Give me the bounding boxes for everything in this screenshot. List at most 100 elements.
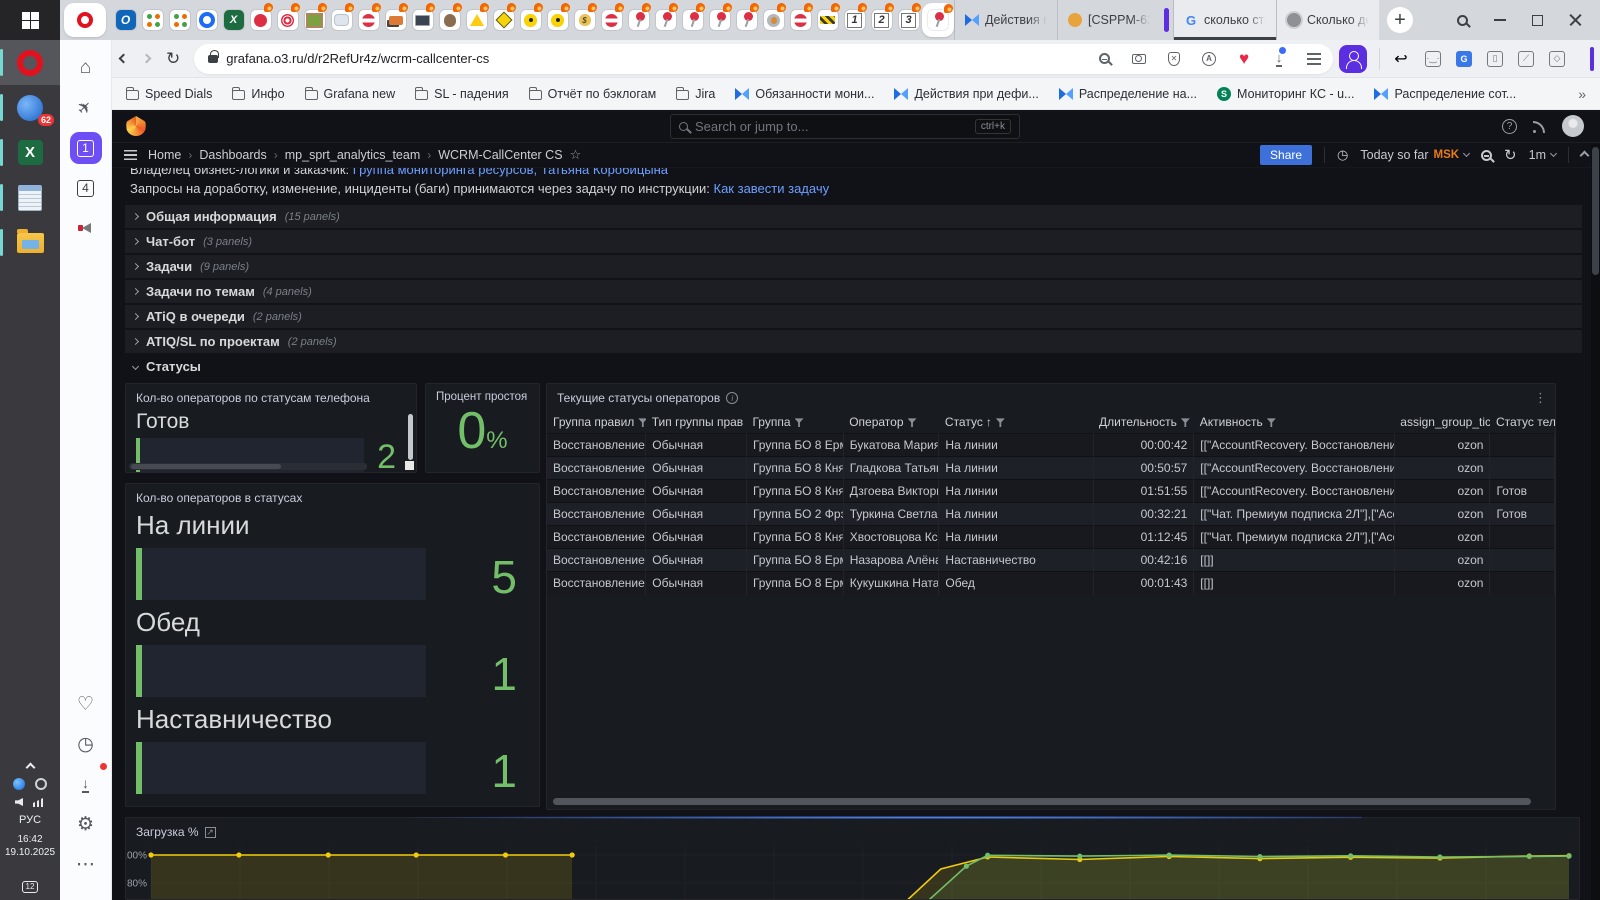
pinned-tab-otter[interactable] <box>436 2 463 38</box>
extension-undo-icon[interactable]: ↩ <box>1392 50 1410 68</box>
bookmark-speed-dials[interactable]: Speed Dials <box>126 86 212 101</box>
column-header--[interactable]: Статус ↑ <box>939 411 1093 434</box>
filter-icon[interactable] <box>995 418 1005 428</box>
table-row[interactable]: Восстановление досОбычнаяГруппа БО 8 Кня… <box>547 456 1555 480</box>
column-header--[interactable]: Группа <box>746 411 843 434</box>
taskbar-app-explorer[interactable] <box>0 220 60 265</box>
pinned-tab-num[interactable]: 1 <box>841 2 868 38</box>
grafana-logo-icon[interactable] <box>126 116 146 136</box>
row--[interactable]: Задачи по темам (4 panels) <box>125 280 1582 303</box>
extension-trash-icon[interactable]: ▯ <box>1487 50 1503 67</box>
pinned-tab-money-bag[interactable] <box>571 2 598 38</box>
back-button[interactable] <box>118 53 129 64</box>
panel-hscrollbar[interactable] <box>129 463 367 470</box>
bookmark--[interactable]: Обязанности мони... <box>735 87 874 101</box>
keyboard-language[interactable]: РУС <box>19 814 41 826</box>
easy-setup-icon[interactable] <box>1305 50 1323 68</box>
taskbar-app-opera[interactable] <box>0 40 60 85</box>
address-bar[interactable]: grafana.o3.ru/d/r2RefUr4z/wcrm-callcente… <box>194 43 1333 74</box>
pinned-tab-crossing[interactable] <box>490 2 517 38</box>
bookmark--[interactable]: Распределение на... <box>1058 87 1197 101</box>
adblock-icon[interactable]: ✕ <box>1165 50 1183 68</box>
breadcrumb-item[interactable]: Dashboards <box>199 148 266 162</box>
pinned-tab-pin[interactable] <box>679 2 706 38</box>
row-atiq-[interactable]: ATiQ в очереди (2 panels) <box>125 305 1582 328</box>
pinned-tab-picture[interactable] <box>301 2 328 38</box>
lock-icon[interactable] <box>208 49 219 63</box>
new-tab-button[interactable]: + <box>1387 7 1413 33</box>
tray-app2-icon[interactable] <box>35 778 47 790</box>
rocket-icon[interactable]: ✈ <box>68 90 104 126</box>
panel-vscrollbar[interactable] <box>408 414 413 460</box>
pinned-tab-num[interactable]: 2 <box>868 2 895 38</box>
pinned-tab-excel[interactable] <box>220 2 247 38</box>
pinned-tab-pin[interactable] <box>922 3 954 37</box>
filter-icon[interactable] <box>907 418 917 428</box>
pinned-tab-laptop[interactable] <box>409 2 436 38</box>
row--[interactable]: Чат-бот (3 panels) <box>125 230 1582 253</box>
notifications-icon[interactable]: 12 <box>22 881 38 893</box>
page-url[interactable]: grafana.o3.ru/d/r2RefUr4z/wcrm-callcente… <box>226 51 489 66</box>
pinned-tab-truck[interactable] <box>382 2 409 38</box>
translate-icon[interactable]: A <box>1200 50 1218 68</box>
taskbar-app-browser[interactable]: 62 <box>0 85 60 130</box>
table-row[interactable]: Восстановление досОбычнаяГруппа БО 8 Ерм… <box>547 548 1555 572</box>
taskbar-app-notepad[interactable] <box>0 175 60 220</box>
column-header--[interactable]: Группа правил <box>547 411 646 434</box>
workspace-1-button[interactable]: 1 <box>68 130 104 166</box>
filter-icon[interactable] <box>1266 418 1276 428</box>
minimize-button[interactable] <box>1494 19 1506 21</box>
tab--[interactable]: Сколько до <box>1276 0 1379 40</box>
tab--[interactable]: Действия по <box>954 0 1057 40</box>
pinned-tab-radioactive[interactable] <box>544 2 571 38</box>
downloads-sidebar-icon[interactable]: ↓ <box>68 763 107 802</box>
bookmark-jira[interactable]: Jira <box>676 86 715 101</box>
column-header--[interactable]: Длительность <box>1093 411 1194 434</box>
pinned-tab-orangutan[interactable] <box>760 2 787 38</box>
table-row[interactable]: Восстановление досОбычнаяГруппа БО 2 Фрэ… <box>547 502 1555 526</box>
breadcrumb-item[interactable]: Home <box>148 148 181 162</box>
pinned-tab-pin[interactable] <box>733 2 760 38</box>
column-header--[interactable]: Статус тел <box>1490 411 1555 434</box>
pinned-tab-speech[interactable] <box>328 2 355 38</box>
menu-toggle-icon[interactable] <box>124 150 137 160</box>
page-scrollbar[interactable] <box>1591 144 1600 900</box>
bookmark--u-[interactable]: S Мониторинг КС - u... <box>1217 86 1354 101</box>
owner-link[interactable]: Группа мониторинга ресурсов, Татьяна Кор… <box>353 168 668 177</box>
bookmarks-heart-icon[interactable]: ♡ <box>68 686 104 722</box>
volume-icon[interactable] <box>15 798 23 806</box>
tab-search-icon[interactable] <box>1457 14 1468 26</box>
pinned-tab-stop[interactable] <box>787 2 814 38</box>
bookmark-sl-[interactable]: SL - падения <box>415 86 509 101</box>
bookmark--[interactable]: Распределение сот... <box>1374 87 1516 101</box>
column-header--[interactable]: Активность <box>1194 411 1394 434</box>
time-zoom-out-icon[interactable] <box>1481 149 1493 161</box>
opera-menu-button[interactable] <box>64 3 106 37</box>
downloads-icon[interactable]: ↓ <box>1270 46 1288 68</box>
table-row[interactable]: Восстановление досОбычнаяГруппа БО 8 Ерм… <box>547 433 1555 457</box>
profile-button[interactable] <box>1339 44 1367 73</box>
breadcrumb-item[interactable]: WCRM-CallCenter CS <box>438 148 562 162</box>
pinned-tab-warning[interactable] <box>463 2 490 38</box>
share-button[interactable]: Share <box>1260 145 1313 165</box>
maximize-button[interactable] <box>1532 14 1543 26</box>
megaphone-icon[interactable] <box>68 210 104 246</box>
news-icon[interactable] <box>1533 120 1546 133</box>
help-icon[interactable]: ? <box>1502 118 1517 134</box>
zoom-icon[interactable] <box>1095 50 1113 68</box>
history-icon[interactable]: ◷ <box>68 726 104 762</box>
bookmark--[interactable]: Отчёт по бэклогам <box>528 86 656 101</box>
filter-icon[interactable] <box>638 418 646 428</box>
bookmarks-overflow-icon[interactable]: » <box>1578 86 1586 102</box>
forward-button[interactable] <box>141 53 152 64</box>
panel-links-icon[interactable]: ↗ <box>204 826 216 838</box>
extension-cube-icon[interactable]: ◇ <box>1549 50 1565 67</box>
bookmark-heart-icon[interactable]: ♥ <box>1235 49 1253 68</box>
pinned-tab-num[interactable]: 3 <box>895 2 922 38</box>
grafana-search-input[interactable]: Search or jump to... ctrl+k <box>670 114 1020 139</box>
pinned-tab-no-entry[interactable] <box>355 2 382 38</box>
time-range-picker[interactable]: Today so far MSK <box>1360 148 1471 162</box>
pinned-tab-pin[interactable] <box>652 2 679 38</box>
table-hscrollbar[interactable] <box>553 798 1531 805</box>
tray-app-icon[interactable] <box>13 778 25 790</box>
